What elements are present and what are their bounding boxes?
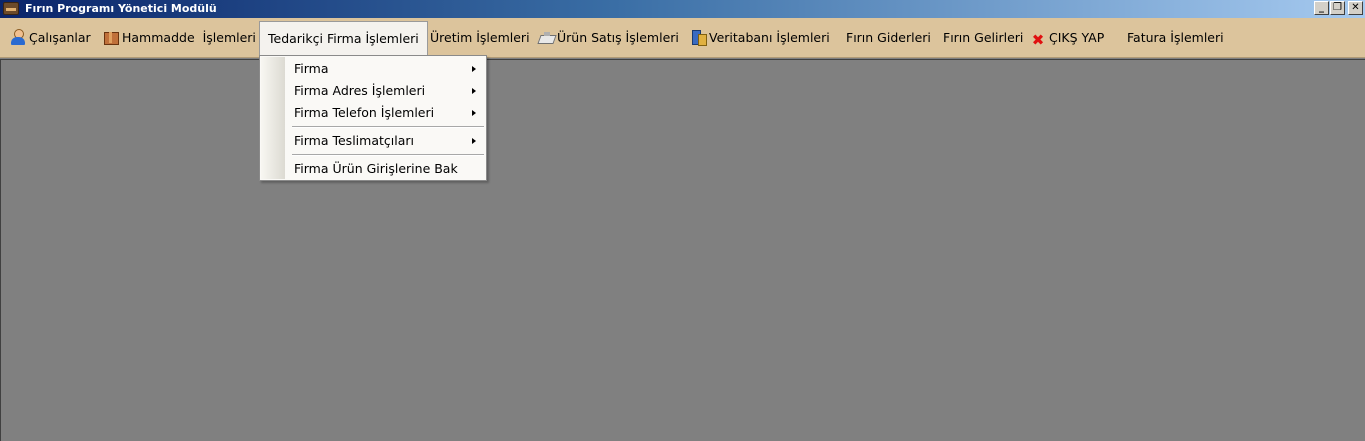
menu-cikis-yap[interactable]: ✖ ÇIKŞ YAP [1030,22,1105,54]
dropdown-item-firma-urun-girisleri[interactable]: Firma Ürün Girişlerine Bak [286,158,486,180]
submenu-arrow-icon [472,138,476,144]
menu-firin-giderleri[interactable]: Fırın Giderleri [846,22,931,54]
app-icon[interactable] [3,2,19,15]
menu-bar: Çalışanlar Hammadde İşlemleri Tedarikçi … [0,18,1365,58]
menu-hammadde-islemleri[interactable]: Hammadde İşlemleri [103,22,256,54]
menu-calisanlar[interactable]: Çalışanlar [10,22,91,54]
submenu-arrow-icon [472,66,476,72]
database-icon [690,29,707,46]
dropdown-item-label: Firma Teslimatçıları [294,133,414,148]
dropdown-item-label: Firma [294,61,329,76]
mdi-client-area [0,59,1365,441]
dropdown-item-label: Firma Telefon İşlemleri [294,105,435,120]
dropdown-item-firma-adres[interactable]: Firma Adres İşlemleri [286,80,486,102]
menu-tedarikci-firma-islemleri[interactable]: Tedarikçi Firma İşlemleri [259,21,428,57]
menu-fatura-islemleri[interactable]: Fatura İşlemleri [1127,22,1224,54]
tedarikci-dropdown-menu: Firma Firma Adres İşlemleri Firma Telefo… [259,55,487,181]
dropdown-item-firma-teslimatcilari[interactable]: Firma Teslimatçıları [286,130,486,152]
menu-urun-satis-islemleri[interactable]: Ürün Satış İşlemleri [538,22,679,54]
window-title: Fırın Programı Yönetici Modülü [25,2,217,15]
menu-label: Fırın Gelirleri [943,30,1024,45]
submenu-arrow-icon [472,88,476,94]
user-icon [10,29,26,45]
menu-label: Fırın Giderleri [846,30,931,45]
menu-label: Ürün Satış İşlemleri [557,30,679,45]
title-bar: Fırın Programı Yönetici Modülü _ ❐ ✕ [0,0,1365,18]
cash-register-icon [538,29,554,45]
red-x-icon: ✖ [1031,31,1045,49]
menu-gutter [261,57,285,179]
minimize-button[interactable]: _ [1314,1,1329,15]
menu-separator [292,154,484,156]
menu-uretim-islemleri[interactable]: Üretim İşlemleri [430,22,530,54]
menu-firin-gelirleri[interactable]: Fırın Gelirleri [943,22,1023,54]
menu-label: Çalışanlar [29,30,91,45]
dropdown-item-firma-telefon[interactable]: Firma Telefon İşlemleri [286,102,486,124]
box-icon [103,29,119,45]
menu-separator [292,126,484,128]
restore-button[interactable]: ❐ [1330,1,1345,15]
menu-label: Hammadde İşlemleri [122,30,256,45]
close-button[interactable]: ✕ [1348,1,1363,15]
menu-label: Tedarikçi Firma İşlemleri [268,31,419,46]
dropdown-item-firma[interactable]: Firma [286,58,486,80]
menu-label: Üretim İşlemleri [430,30,530,45]
dropdown-item-label: Firma Adres İşlemleri [294,83,426,98]
submenu-arrow-icon [472,110,476,116]
dropdown-item-label: Firma Ürün Girişlerine Bak [294,161,458,176]
menu-label: Veritabanı İşlemleri [709,30,830,45]
menu-label: Fatura İşlemleri [1127,30,1224,45]
menu-label: ÇIKŞ YAP [1049,30,1105,45]
menu-veritabani-islemleri[interactable]: Veritabanı İşlemleri [690,22,830,54]
